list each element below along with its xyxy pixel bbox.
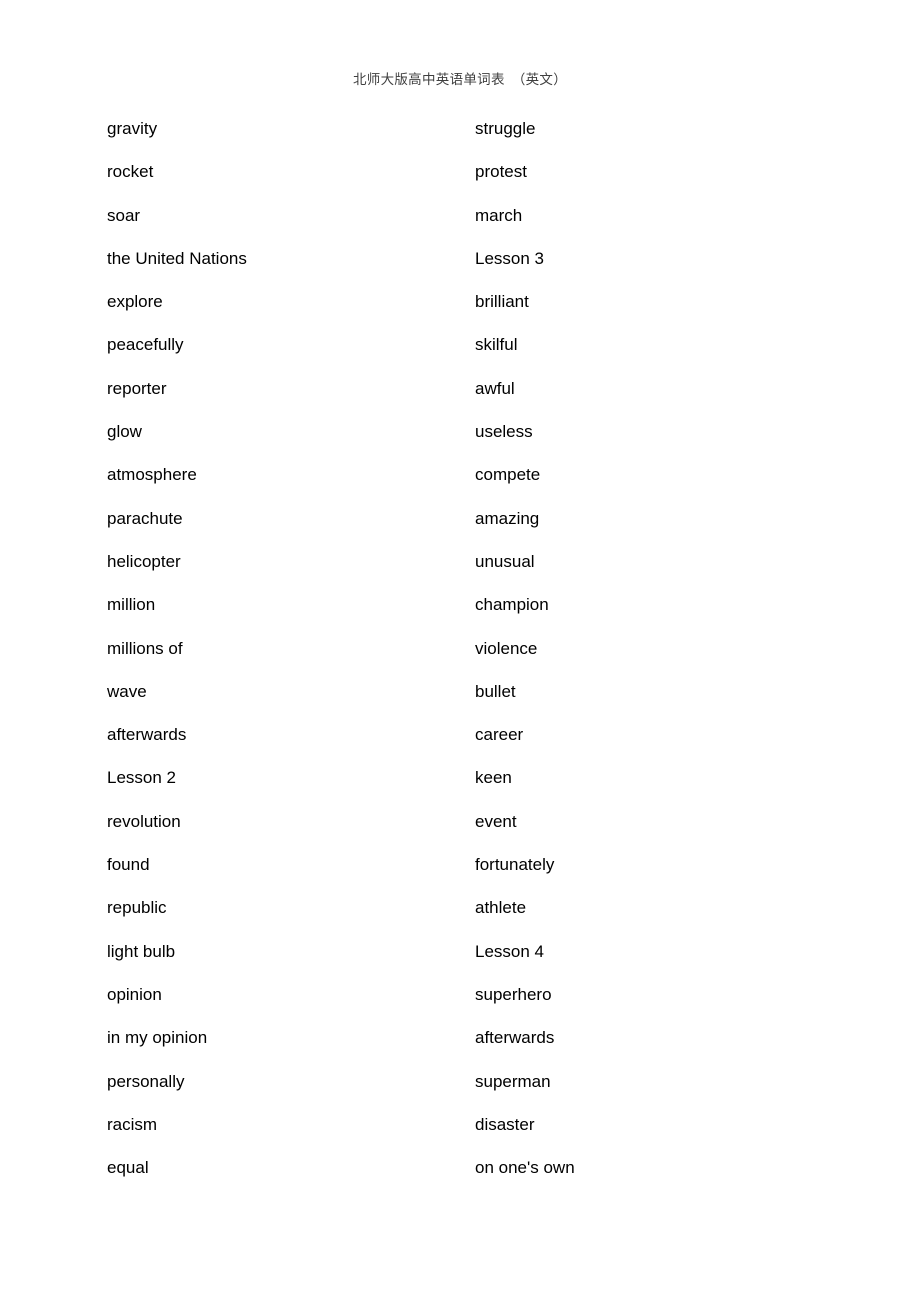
- word-entry-right: athlete: [475, 898, 527, 918]
- word-entry-left: Lesson 2: [107, 768, 176, 788]
- word-entry-left: the United Nations: [107, 248, 247, 268]
- word-entry-right: disaster: [475, 1114, 535, 1134]
- word-entry-left: racism: [107, 1114, 158, 1134]
- word-row: light bulb Lesson 4: [0, 933, 920, 976]
- word-entry-left: soar: [107, 205, 141, 225]
- word-entry-right: Lesson 3: [475, 248, 544, 268]
- page-header-title: 北师大版高中英语单词表 （英文）: [352, 71, 568, 87]
- word-row: atmosphere compete: [0, 456, 920, 499]
- word-row: racism disaster: [0, 1106, 920, 1149]
- document-page: 北师大版高中英语单词表 （英文） gravity struggle rocket pr…: [0, 0, 920, 1303]
- word-row: reporter awful: [0, 370, 920, 413]
- word-entry-left: light bulb: [107, 941, 176, 961]
- word-row: gravity struggle: [0, 110, 920, 153]
- word-row: millions of violence: [0, 630, 920, 673]
- word-row: soar march: [0, 197, 920, 240]
- word-entry-left: peacefully: [107, 335, 184, 355]
- word-entry-right: superman: [475, 1071, 551, 1091]
- word-entry-right: on one's own: [475, 1158, 575, 1178]
- word-entry-right: superhero: [475, 984, 552, 1004]
- word-entry-left: million: [107, 595, 156, 615]
- word-entry-left: parachute: [107, 508, 183, 528]
- word-row: revolution event: [0, 803, 920, 846]
- word-entry-left: in my opinion: [107, 1028, 208, 1048]
- word-row: in my opinion afterwards: [0, 1019, 920, 1062]
- word-entry-right: useless: [475, 422, 533, 442]
- word-entry-left: atmosphere: [107, 465, 197, 485]
- word-entry-left: helicopter: [107, 551, 181, 571]
- word-row: found fortunately: [0, 846, 920, 889]
- word-entry-left: wave: [107, 681, 147, 701]
- word-entry-left: afterwards: [107, 725, 187, 745]
- word-entry-left: reporter: [107, 378, 167, 398]
- word-entry-right: unusual: [475, 551, 535, 571]
- word-row: Lesson 2 keen: [0, 759, 920, 802]
- word-entry-right: amazing: [475, 508, 540, 528]
- word-entry-right: march: [475, 205, 523, 225]
- word-entry-right: career: [475, 725, 524, 745]
- word-entry-left: explore: [107, 292, 163, 312]
- word-entry-left: opinion: [107, 984, 162, 1004]
- word-row: opinion superhero: [0, 976, 920, 1019]
- word-row: explore brilliant: [0, 283, 920, 326]
- word-row: million champion: [0, 586, 920, 629]
- word-row: peacefully skilful: [0, 326, 920, 369]
- word-row: rocket protest: [0, 153, 920, 196]
- word-row: afterwards career: [0, 716, 920, 759]
- word-row: wave bullet: [0, 673, 920, 716]
- word-entry-left: personally: [107, 1071, 185, 1091]
- word-entry-left: rocket: [107, 162, 154, 182]
- word-entry-right: protest: [475, 162, 527, 182]
- vocabulary-word-list: gravity struggle rocket protest soar march the…: [0, 110, 920, 1192]
- word-entry-right: bullet: [475, 681, 516, 701]
- word-entry-left: republic: [107, 898, 167, 918]
- word-entry-left: gravity: [107, 119, 158, 138]
- word-entry-right: keen: [475, 768, 512, 788]
- word-row: personally superman: [0, 1063, 920, 1106]
- word-entry-right: compete: [475, 465, 541, 485]
- word-entry-right: struggle: [475, 119, 536, 138]
- word-entry-right: event: [475, 811, 517, 831]
- word-entry-left: revolution: [107, 811, 181, 831]
- word-entry-right: awful: [475, 378, 515, 398]
- word-entry-right: fortunately: [475, 855, 555, 875]
- word-entry-left: equal: [107, 1158, 149, 1178]
- word-row: helicopter unusual: [0, 543, 920, 586]
- word-row: republic athlete: [0, 889, 920, 932]
- word-row: equal on one's own: [0, 1149, 920, 1192]
- word-entry-right: brilliant: [475, 292, 529, 312]
- word-entry-right: Lesson 4: [475, 941, 544, 961]
- word-entry-right: skilful: [475, 335, 518, 355]
- word-entry-right: champion: [475, 595, 549, 615]
- word-entry-right: violence: [475, 638, 538, 658]
- page-header: 北师大版高中英语单词表 （英文）: [0, 0, 920, 110]
- word-row: the United Nations Lesson 3: [0, 240, 920, 283]
- word-row: glow useless: [0, 413, 920, 456]
- word-row: parachute amazing: [0, 500, 920, 543]
- word-entry-left: glow: [107, 422, 142, 442]
- word-entry-left: found: [107, 855, 150, 875]
- word-entry-right: afterwards: [475, 1028, 555, 1048]
- word-entry-left: millions of: [107, 638, 183, 658]
